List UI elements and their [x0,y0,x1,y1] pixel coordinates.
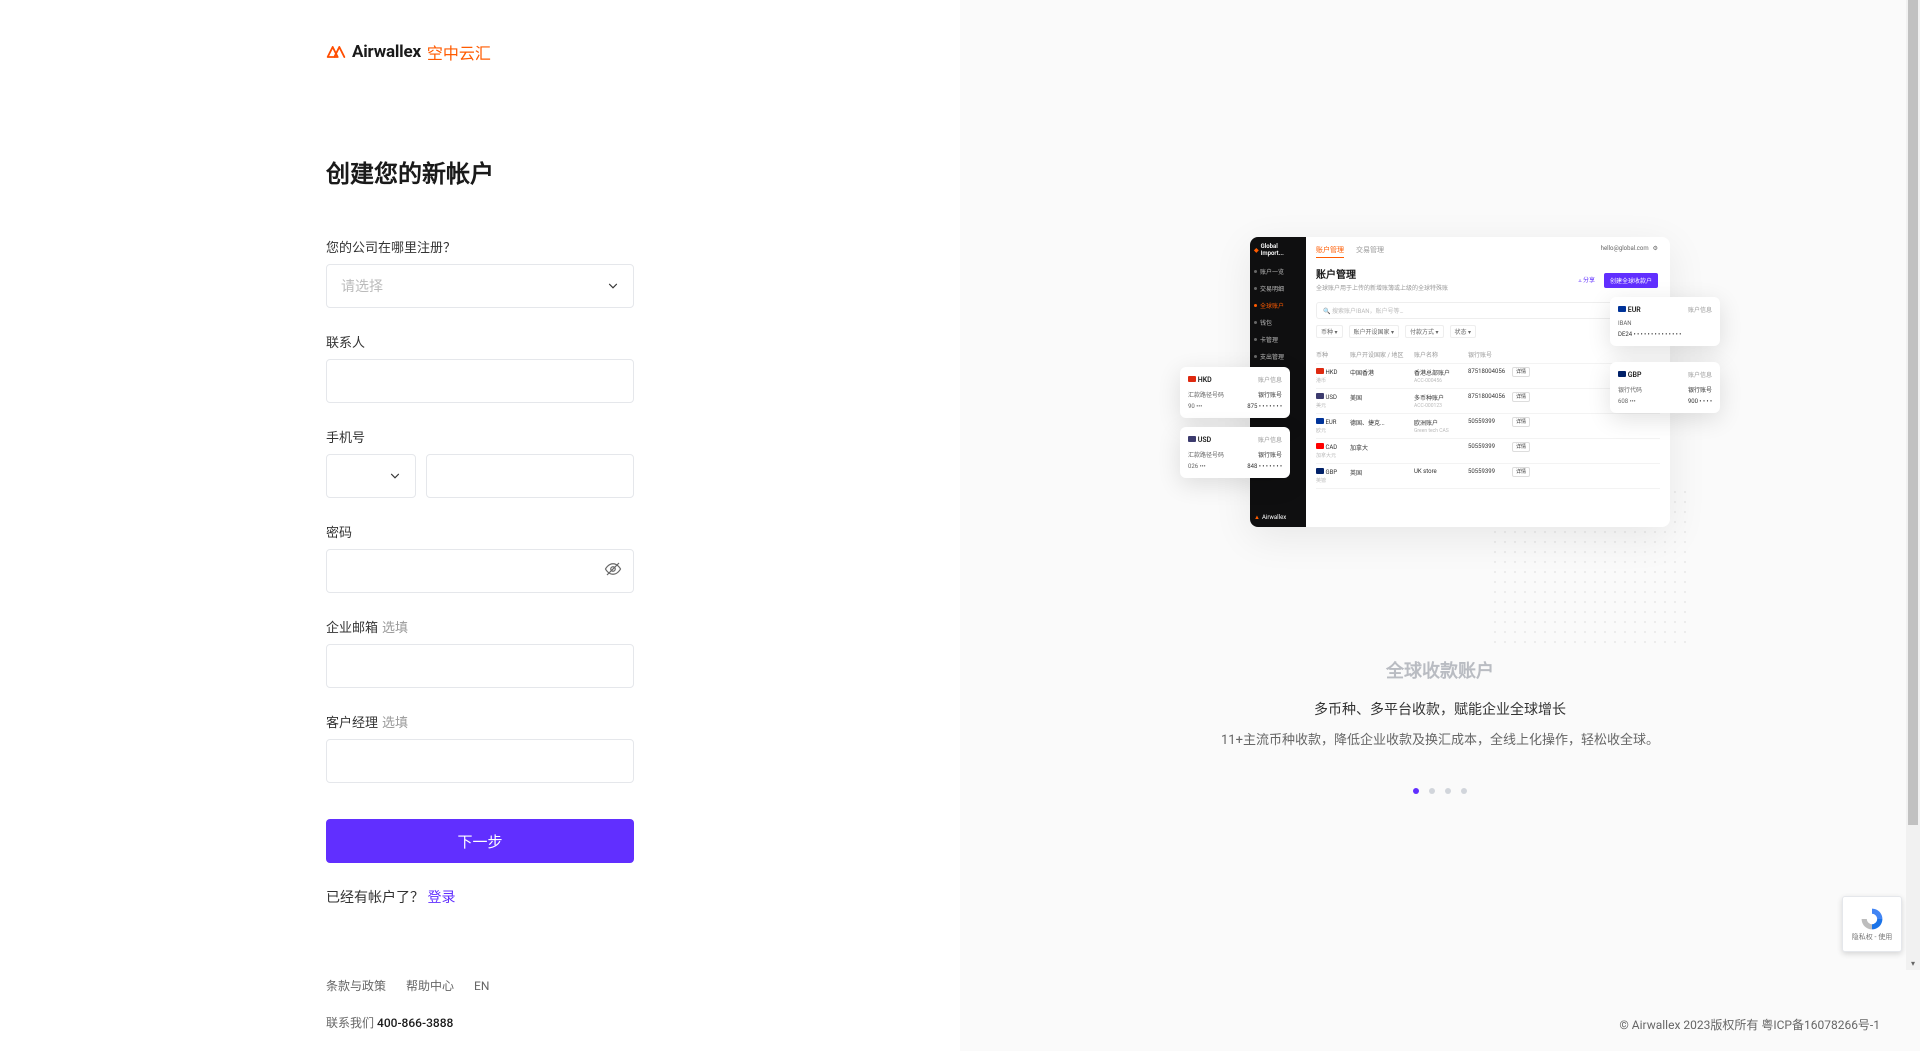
promo-panel: ◆Global Import... 账户一览 交易明细 全球账户 钱包 卡管理 … [960,0,1920,1051]
email-input[interactable] [326,644,634,688]
brand-logo: Airwallex 空中云汇 [326,40,634,64]
contact-us: 联系我们 400-866-3888 [326,1014,453,1031]
recaptcha-icon [1859,906,1885,932]
manager-input[interactable] [326,739,634,783]
page-title: 创建您的新帐户 [326,154,634,189]
dashboard-mock: ◆Global Import... 账户一览 交易明细 全球账户 钱包 卡管理 … [1250,237,1670,527]
password-label: 密码 [326,522,634,541]
float-card-hkd: HKD账户信息 汇款路径号码银行账号 90 •••875 • • • • • •… [1180,367,1290,418]
float-card-gbp: GBP账户信息 银行代码银行账号 608 •••900 • • • • [1610,362,1720,413]
float-card-eur: EUR账户信息 IBAN DE24 • • • • • • • • • • • … [1610,297,1720,346]
carousel-dot-1[interactable] [1413,788,1419,794]
country-label: 您的公司在哪里注册？ [326,237,634,256]
phone-code-select[interactable] [326,454,416,498]
carousel-dot-4[interactable] [1461,788,1467,794]
promo-line1: 多币种、多平台收款，赋能企业全球增长 [1221,699,1659,719]
vertical-scrollbar[interactable]: ▴ ▾ [1906,0,1920,970]
contact-label: 联系人 [326,332,634,351]
lang-link[interactable]: EN [474,979,489,993]
brand-cn: 空中云汇 [427,40,491,64]
login-link[interactable]: 登录 [427,890,455,906]
scroll-down-icon[interactable]: ▾ [1906,956,1920,970]
help-link[interactable]: 帮助中心 [406,977,454,994]
terms-link[interactable]: 条款与政策 [326,977,386,994]
toggle-password-icon[interactable] [604,560,622,582]
copyright: © Airwallex 2023版权所有 粤ICP备16078266号-1 [1619,1016,1880,1033]
dashboard-illustration: ◆Global Import... 账户一览 交易明细 全球账户 钱包 卡管理 … [1190,237,1690,537]
float-card-usd: USD账户信息 汇款路径号码银行账号 026 •••848 • • • • • … [1180,427,1290,478]
next-button[interactable]: 下一步 [326,819,634,863]
left-footer: 条款与政策 帮助中心 EN 联系我们 400-866-3888 [326,977,634,1031]
promo-title: 全球收款账户 [1221,657,1659,683]
phone-label: 手机号 [326,427,634,446]
contact-input[interactable] [326,359,634,403]
airwallex-logo-icon [326,45,346,59]
country-select[interactable]: 请选择 [326,264,634,308]
password-input[interactable] [326,549,634,593]
promo-text: 全球收款账户 多币种、多平台收款，赋能企业全球增长 11+主流币种收款，降低企业… [1221,657,1659,748]
carousel-dots [1413,788,1467,794]
promo-line2: 11+主流币种收款，降低企业收款及换汇成本，全线上化操作，轻松收全球。 [1221,729,1659,748]
signup-panel: Airwallex 空中云汇 创建您的新帐户 您的公司在哪里注册？ 请选择 联系… [0,0,960,1051]
recaptcha-badge: 隐私权 - 使用 [1842,896,1902,952]
phone-input[interactable] [426,454,634,498]
scrollbar-thumb[interactable] [1908,0,1918,825]
manager-label: 客户经理选填 [326,712,634,731]
carousel-dot-2[interactable] [1429,788,1435,794]
email-label: 企业邮箱选填 [326,617,634,636]
carousel-dot-3[interactable] [1445,788,1451,794]
already-have-account: 已经有帐户了？ 登录 [326,887,634,907]
brand-name: Airwallex [352,42,421,62]
